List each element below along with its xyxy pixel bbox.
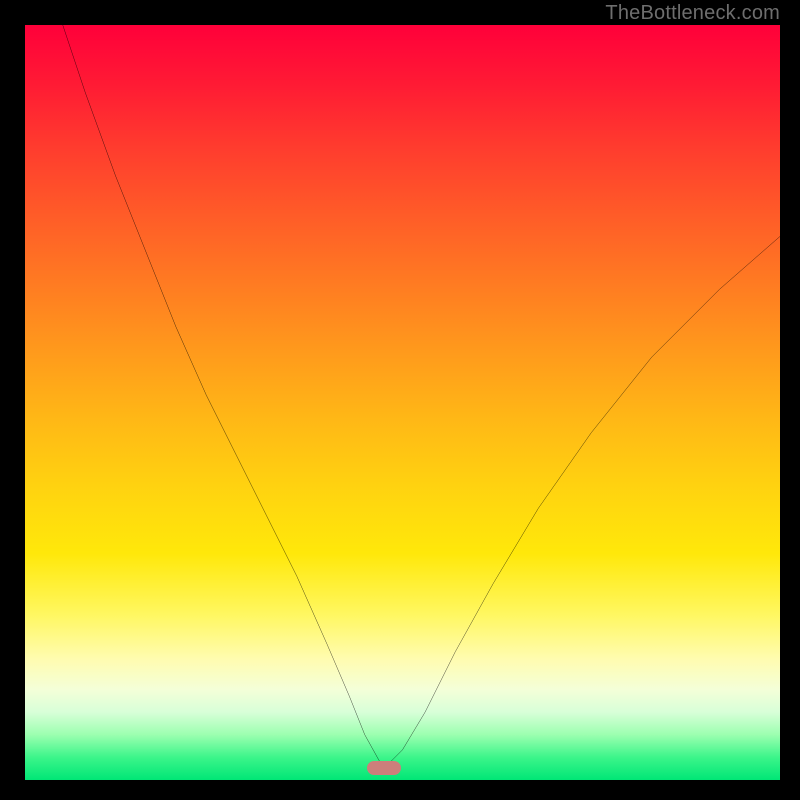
minimum-marker — [367, 761, 401, 775]
plot-area — [25, 25, 780, 780]
bottleneck-curve — [25, 25, 780, 780]
curve-path — [63, 25, 780, 769]
watermark-text: TheBottleneck.com — [605, 2, 780, 25]
chart-frame: TheBottleneck.com — [0, 0, 800, 800]
